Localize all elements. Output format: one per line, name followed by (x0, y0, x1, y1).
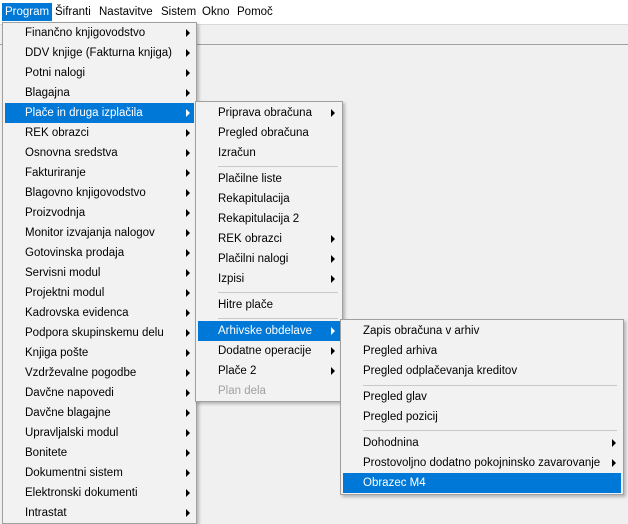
menu-item-pregled-arhiva[interactable]: Pregled arhiva (343, 341, 621, 361)
menu-item-servisni-modul[interactable]: Servisni modul (5, 263, 194, 283)
menu-nastavitve[interactable]: Nastavitve (96, 3, 156, 21)
menu-item-osnovna-sredstva[interactable]: Osnovna sredstva (5, 143, 194, 163)
menu-item-priprava-obracuna[interactable]: Priprava obračuna (198, 103, 340, 123)
menu-program[interactable]: Program (2, 3, 53, 21)
menu-item-rekapitulacija[interactable]: Rekapitulacija (198, 189, 340, 209)
menu-item-rek-obrazci-sub[interactable]: REK obrazci (198, 229, 340, 249)
menu-item-place-in-druga-izplacila[interactable]: Plače in druga izplačila (5, 103, 194, 123)
menu-item-place-2[interactable]: Plače 2 (198, 361, 340, 381)
menu-separator (218, 292, 338, 293)
menu-item-financno-knjigovodstvo[interactable]: Finančno knjigovodstvo (5, 23, 194, 43)
submenu-arrow-icon (331, 275, 335, 283)
menu-item-intrastat[interactable]: Intrastat (5, 503, 194, 523)
submenu-arrow-icon (331, 255, 335, 263)
menu-item-podpora-skupinskemu-delu[interactable]: Podpora skupinskemu delu (5, 323, 194, 343)
submenu-arrow-icon (186, 69, 190, 77)
submenu-arrow-icon (186, 369, 190, 377)
menu-item-pregled-odplacevanja-kreditov[interactable]: Pregled odplačevanja kreditov (343, 361, 621, 381)
menu-item-vzdrzevalne-pogodbe[interactable]: Vzdrževalne pogodbe (5, 363, 194, 383)
submenu-arrow-icon (186, 429, 190, 437)
submenu-arrow-icon (186, 329, 190, 337)
submenu-arrow-icon (186, 389, 190, 397)
submenu-arrow-icon (331, 367, 335, 375)
menu-item-proizvodnja[interactable]: Proizvodnja (5, 203, 194, 223)
submenu-arrow-icon (186, 189, 190, 197)
menu-item-placilni-nalogi[interactable]: Plačilni nalogi (198, 249, 340, 269)
menu-separator (363, 385, 617, 386)
menu-item-rekapitulacija-2[interactable]: Rekapitulacija 2 (198, 209, 340, 229)
menu-item-izracun[interactable]: Izračun (198, 143, 340, 163)
submenu-arrow-icon (186, 449, 190, 457)
submenu-arrow-icon (186, 249, 190, 257)
menu-item-dodatne-operacije[interactable]: Dodatne operacije (198, 341, 340, 361)
submenu-arrow-icon (186, 289, 190, 297)
menu-item-dohodnina[interactable]: Dohodnina (343, 433, 621, 453)
menu-item-pregled-obracuna[interactable]: Pregled obračuna (198, 123, 340, 143)
menu-item-placilne-liste[interactable]: Plačilne liste (198, 169, 340, 189)
menu-item-elektronski-dokumenti[interactable]: Elektronski dokumenti (5, 483, 194, 503)
menu-item-obrazec-m4[interactable]: Obrazec M4 (343, 473, 621, 493)
menu-item-plan-dela: Plan dela (218, 385, 266, 397)
menu-item-davcne-blagajne[interactable]: Davčne blagajne (5, 403, 194, 423)
menu-pomoc[interactable]: Pomoč (234, 3, 276, 21)
submenu-arrow-icon (186, 209, 190, 217)
menu-item-bonitete[interactable]: Bonitete (5, 443, 194, 463)
menu-item-upravljalski-modul[interactable]: Upravljalski modul (5, 423, 194, 443)
submenu-arrow-icon (331, 327, 335, 335)
menu-item-dokumentni-sistem[interactable]: Dokumentni sistem (5, 463, 194, 483)
submenu-arrow-icon (186, 349, 190, 357)
menu-separator (218, 166, 338, 167)
submenu-arrow-icon (612, 439, 616, 447)
menu-item-ddv-knjige[interactable]: DDV knjige (Fakturna knjiga) (5, 43, 194, 63)
menu-item-arhivske-obdelave[interactable]: Arhivske obdelave (198, 321, 340, 341)
menu-item-rek-obrazci[interactable]: REK obrazci (5, 123, 194, 143)
menu-item-potni-nalogi[interactable]: Potni nalogi (5, 63, 194, 83)
menu-item-prostovoljno-dodatno-pokojninsko-zavarovanje[interactable]: Prostovoljno dodatno pokojninsko zavarov… (343, 453, 621, 473)
menu-sifranti[interactable]: Šifranti (52, 3, 94, 21)
submenu-arrow-icon (186, 109, 190, 117)
submenu-arrow-icon (186, 149, 190, 157)
menu-item-izpisi[interactable]: Izpisi (198, 269, 340, 289)
submenu-arrow-icon (331, 235, 335, 243)
menu-item-gotovinska-prodaja[interactable]: Gotovinska prodaja (5, 243, 194, 263)
menu-item-pregled-glav[interactable]: Pregled glav (343, 387, 621, 407)
menu-item-blagajna[interactable]: Blagajna (5, 83, 194, 103)
menu-separator (218, 318, 338, 319)
program-menu: Finančno knjigovodstvo DDV knjige (Faktu… (2, 22, 197, 524)
submenu-arrow-icon (612, 459, 616, 467)
menu-item-davcne-napovedi[interactable]: Davčne napovedi (5, 383, 194, 403)
arhivske-obdelave-submenu: Zapis obračuna v arhiv Pregled arhiva Pr… (340, 319, 624, 495)
menu-item-kadrovska-evidenca[interactable]: Kadrovska evidenca (5, 303, 194, 323)
submenu-arrow-icon (186, 489, 190, 497)
submenu-arrow-icon (186, 89, 190, 97)
submenu-arrow-icon (186, 309, 190, 317)
submenu-arrow-icon (186, 29, 190, 37)
submenu-arrow-icon (186, 129, 190, 137)
submenu-arrow-icon (186, 229, 190, 237)
submenu-arrow-icon (186, 169, 190, 177)
menu-item-pregled-pozicij[interactable]: Pregled pozicij (343, 407, 621, 427)
menu-separator (363, 430, 617, 431)
menu-item-fakturiranje[interactable]: Fakturiranje (5, 163, 194, 183)
submenu-arrow-icon (186, 409, 190, 417)
submenu-arrow-icon (186, 49, 190, 57)
menu-okno[interactable]: Okno (199, 3, 233, 21)
menu-item-blagovno-knjigovodstvo[interactable]: Blagovno knjigovodstvo (5, 183, 194, 203)
menu-item-knjiga-poste[interactable]: Knjiga pošte (5, 343, 194, 363)
submenu-arrow-icon (186, 269, 190, 277)
submenu-arrow-icon (331, 109, 335, 117)
menu-item-monitor-izvajanja-nalogov[interactable]: Monitor izvajanja nalogov (5, 223, 194, 243)
submenu-arrow-icon (186, 469, 190, 477)
menu-sistem[interactable]: Sistem (158, 3, 199, 21)
menu-item-zapis-obracuna-v-arhiv[interactable]: Zapis obračuna v arhiv (343, 321, 621, 341)
menu-item-projektni-modul[interactable]: Projektni modul (5, 283, 194, 303)
menu-item-hitre-place[interactable]: Hitre plače (198, 295, 340, 315)
place-submenu: Priprava obračuna Pregled obračuna Izrač… (195, 101, 343, 402)
submenu-arrow-icon (186, 509, 190, 517)
submenu-arrow-icon (331, 347, 335, 355)
